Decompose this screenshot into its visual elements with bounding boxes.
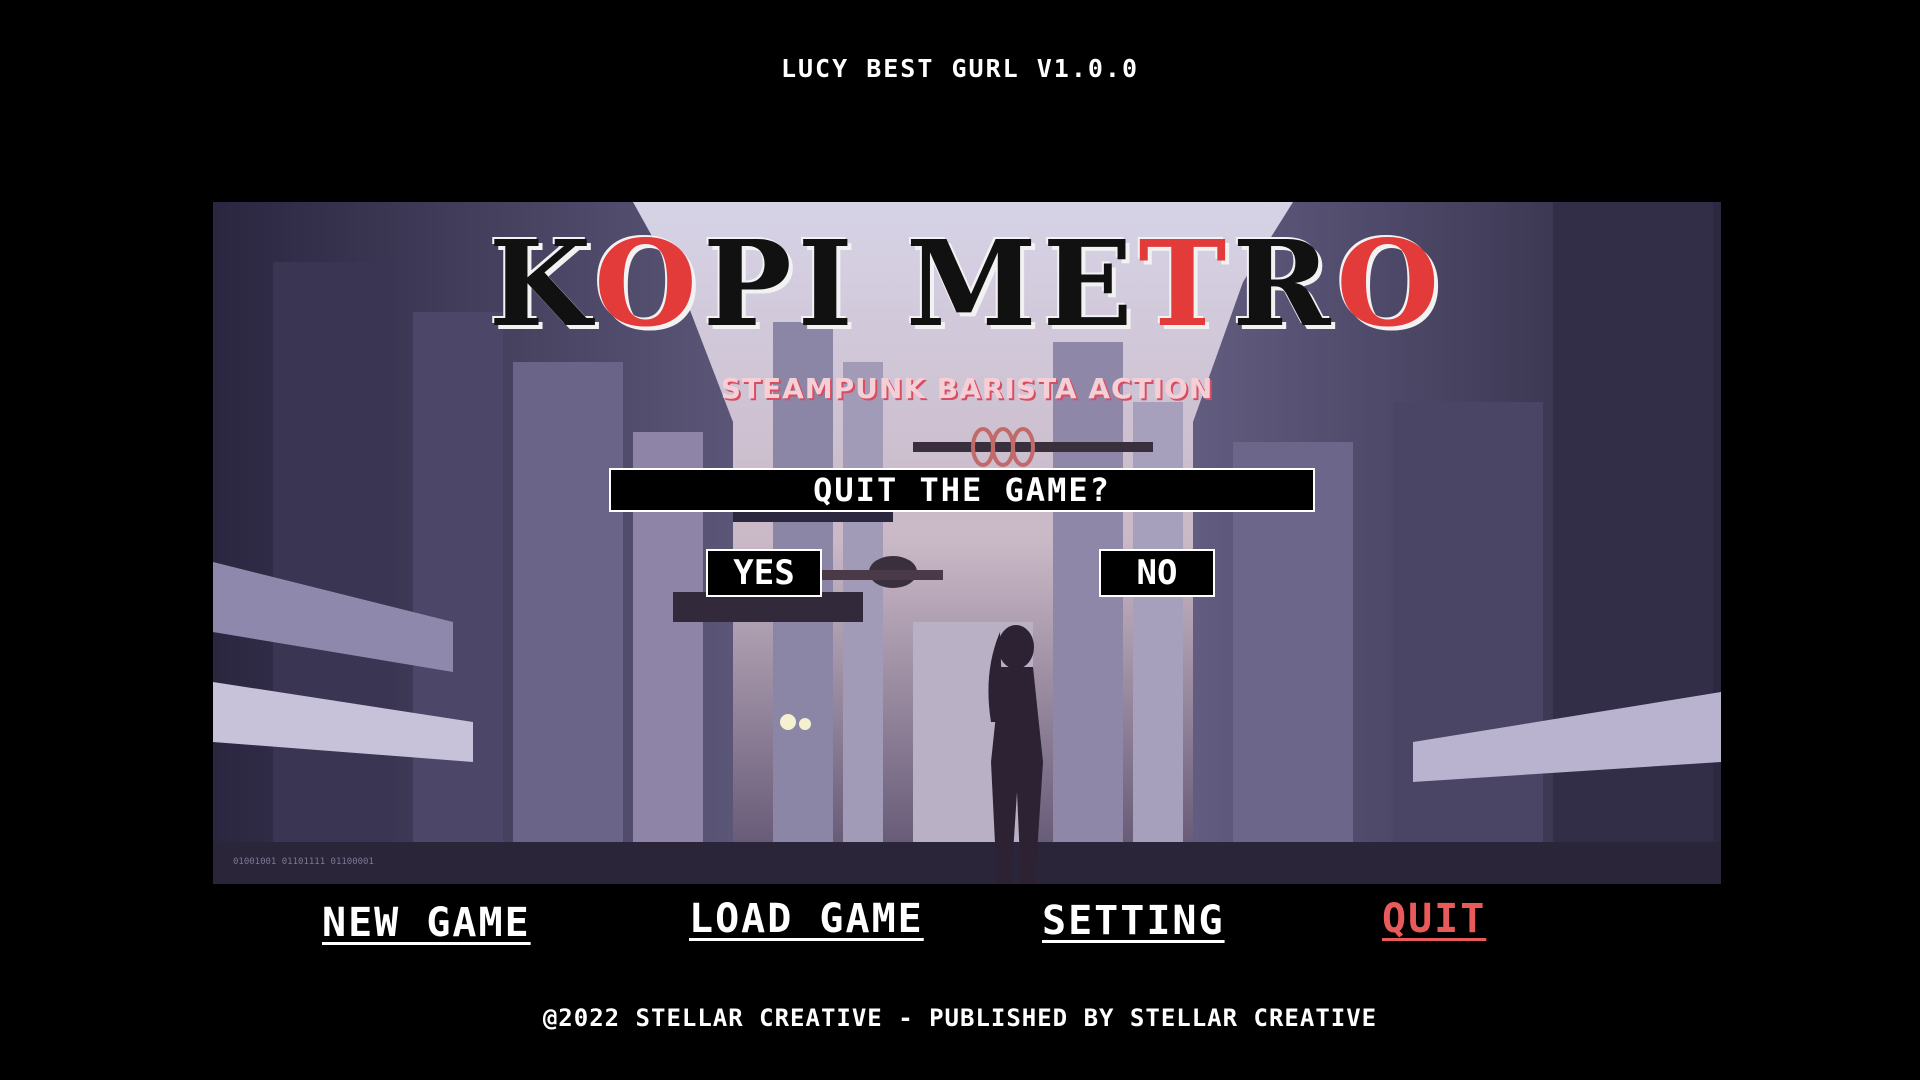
- logo-part: PI ME: [702, 214, 1139, 353]
- load-game-button[interactable]: LOAD GAME: [689, 896, 924, 942]
- logo-part: O: [1336, 214, 1446, 353]
- logo-part: O: [594, 214, 703, 353]
- copyright-footer: @2022 STELLAR CREATIVE - PUBLISHED BY ST…: [542, 1004, 1378, 1032]
- logo-part: T: [1138, 214, 1233, 353]
- title-artwork: 01001001 01101111 01100001 KOPI METRO ST…: [213, 202, 1721, 884]
- quit-dialog-title: QUIT THE GAME?: [609, 468, 1315, 512]
- game-logo: KOPI METRO: [213, 216, 1721, 352]
- logo-part: R: [1232, 214, 1337, 353]
- quit-yes-button[interactable]: YES: [706, 549, 822, 597]
- quit-button[interactable]: QUIT: [1382, 896, 1486, 942]
- logo-part: K: [488, 214, 595, 353]
- game-tagline: STEAMPUNK BARISTA ACTION: [720, 372, 1214, 405]
- setting-button[interactable]: SETTING: [1042, 898, 1225, 944]
- quit-no-button[interactable]: NO: [1099, 549, 1215, 597]
- svg-text:01001001 01101111 01100001: 01001001 01101111 01100001: [233, 857, 374, 867]
- new-game-button[interactable]: NEW GAME: [322, 900, 531, 946]
- version-label: LUCY BEST GURL V1.0.0: [780, 54, 1140, 83]
